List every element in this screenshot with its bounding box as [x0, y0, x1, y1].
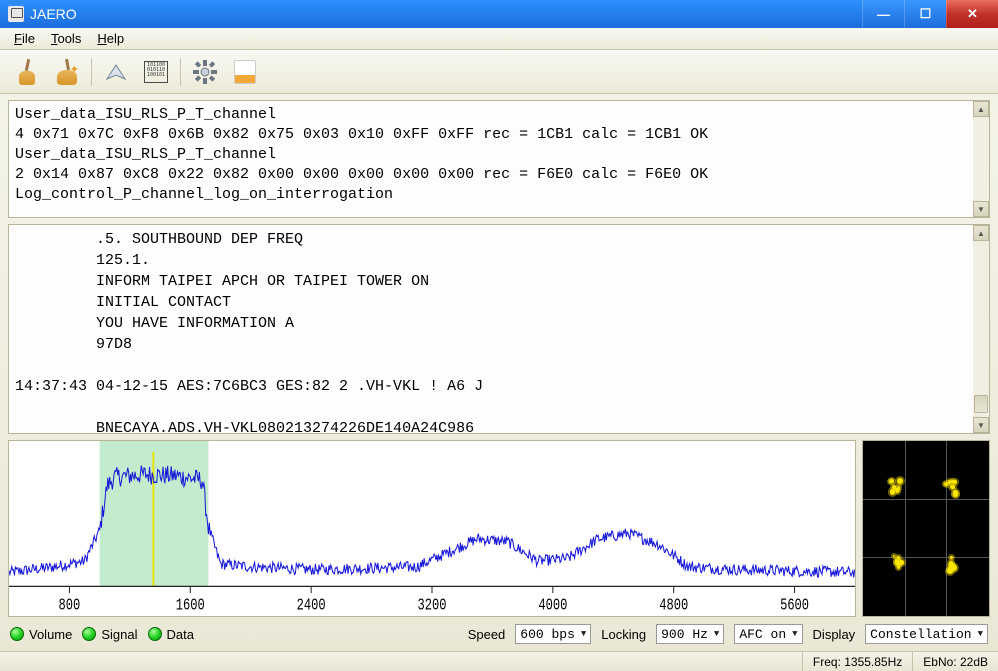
display-label: Display: [813, 627, 856, 642]
status-ebno: EbNo: 22dB: [912, 652, 998, 671]
decoded-text-pane[interactable]: .5. SOUTHBOUND DEP FREQ 125.1. INFORM TA…: [8, 224, 990, 434]
data-led-group: Data: [148, 627, 194, 642]
decoded-text: .5. SOUTHBOUND DEP FREQ 125.1. INFORM TA…: [9, 225, 989, 434]
scroll-thumb[interactable]: [974, 395, 988, 413]
clear-2-button[interactable]: ✦: [48, 54, 86, 90]
broom-sparkle-icon: ✦: [55, 59, 79, 85]
signal-label: Signal: [101, 627, 137, 642]
constellation-point: [895, 488, 898, 491]
binary-button[interactable]: 101100010110100101: [137, 54, 175, 90]
maximize-button[interactable]: ☐: [904, 0, 946, 28]
constellation-point: [890, 479, 894, 483]
binary-icon: 101100010110100101: [144, 61, 168, 83]
constellation-point: [890, 489, 896, 495]
chevron-down-icon: ▼: [978, 629, 983, 639]
svg-text:2400: 2400: [297, 597, 326, 615]
data-led: [148, 627, 162, 641]
scroll-up-button[interactable]: ▲: [973, 101, 989, 117]
controls-row: Volume Signal Data Speed 600 bps ▼ Locki…: [8, 617, 990, 647]
locking-select[interactable]: 900 Hz ▼: [656, 624, 724, 644]
menu-tools[interactable]: Tools: [43, 29, 89, 48]
settings-button[interactable]: [186, 54, 224, 90]
speed-select[interactable]: 600 bps ▼: [515, 624, 591, 644]
raw-data-text: User_data_ISU_RLS_P_T_channel 4 0x71 0x7…: [9, 101, 989, 209]
clear-1-button[interactable]: [8, 54, 46, 90]
chevron-down-icon: ▼: [714, 629, 719, 639]
afc-value: AFC on: [739, 627, 786, 642]
minimize-button[interactable]: —: [862, 0, 904, 28]
toolbar: ✦ 101100010110100101: [0, 50, 998, 94]
volume-label: Volume: [29, 627, 72, 642]
constellation-point: [892, 485, 896, 489]
svg-text:800: 800: [59, 597, 81, 615]
constellation-plot[interactable]: [862, 440, 990, 617]
constellation-point: [953, 490, 958, 495]
statusbar: Freq: 1355.85Hz EbNo: 22dB: [0, 651, 998, 671]
menu-file[interactable]: File: [6, 29, 43, 48]
scroll-down-button[interactable]: ▼: [973, 417, 989, 433]
broom-icon: [16, 59, 38, 85]
svg-text:5600: 5600: [780, 597, 809, 615]
toolbar-separator: [91, 58, 92, 86]
close-button[interactable]: ✕: [946, 0, 998, 28]
volume-led: [10, 627, 24, 641]
locking-label: Locking: [601, 627, 646, 642]
svg-text:4000: 4000: [538, 597, 567, 615]
scrollbar[interactable]: ▲ ▼: [973, 225, 989, 433]
constellation-point: [899, 560, 903, 564]
app-icon: [8, 6, 24, 22]
log-icon: [234, 60, 256, 84]
svg-text:4800: 4800: [659, 597, 688, 615]
scroll-down-button[interactable]: ▼: [973, 201, 989, 217]
constellation-point: [897, 478, 903, 484]
speed-value: 600 bps: [520, 627, 575, 642]
toolbar-separator: [180, 58, 181, 86]
display-select[interactable]: Constellation ▼: [865, 624, 988, 644]
constellation-point: [947, 568, 953, 574]
signal-led: [82, 627, 96, 641]
menubar: File Tools Help: [0, 28, 998, 50]
constellation-point: [897, 566, 900, 569]
spectrum-plot[interactable]: 800 1600 2400 3200 4000 4800 5600: [8, 440, 856, 617]
display-value: Constellation: [870, 627, 971, 642]
chevron-down-icon: ▼: [792, 629, 797, 639]
locking-value: 900 Hz: [661, 627, 708, 642]
afc-select[interactable]: AFC on ▼: [734, 624, 802, 644]
status-freq: Freq: 1355.85Hz: [802, 652, 912, 671]
scrollbar[interactable]: ▲ ▼: [973, 101, 989, 217]
constellation-point: [950, 485, 954, 489]
menu-help[interactable]: Help: [89, 29, 132, 48]
volume-led-group: Volume: [10, 627, 72, 642]
window-title: JAERO: [30, 6, 862, 22]
log-button[interactable]: [226, 54, 264, 90]
chevron-down-icon: ▼: [581, 629, 586, 639]
raw-data-pane[interactable]: User_data_ISU_RLS_P_T_channel 4 0x71 0x7…: [8, 100, 990, 218]
scroll-up-button[interactable]: ▲: [973, 225, 989, 241]
svg-text:3200: 3200: [418, 597, 447, 615]
constellation-point: [953, 480, 957, 484]
gear-icon: [193, 60, 217, 84]
plane-icon: [104, 61, 128, 83]
data-label: Data: [167, 627, 194, 642]
constellation-point: [950, 556, 953, 559]
constellation-point: [948, 480, 951, 483]
content-area: User_data_ISU_RLS_P_T_channel 4 0x71 0x7…: [0, 94, 998, 651]
svg-text:1600: 1600: [176, 597, 205, 615]
viz-row: 800 1600 2400 3200 4000 4800 5600: [8, 440, 990, 617]
titlebar[interactable]: JAERO — ☐ ✕: [0, 0, 998, 28]
aircraft-button[interactable]: [97, 54, 135, 90]
signal-led-group: Signal: [82, 627, 137, 642]
constellation-point: [897, 556, 900, 559]
speed-label: Speed: [468, 627, 506, 642]
